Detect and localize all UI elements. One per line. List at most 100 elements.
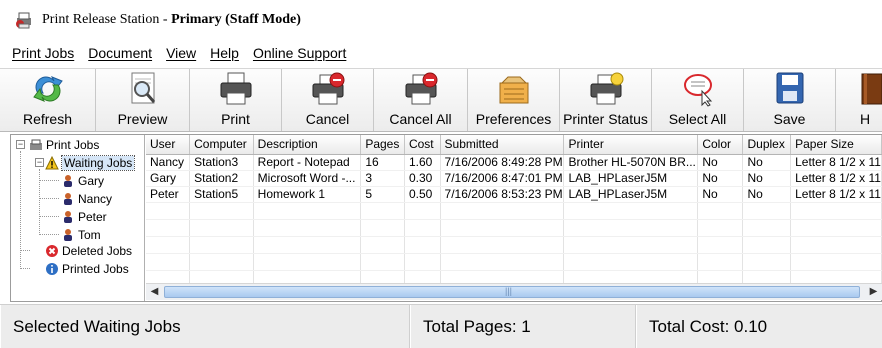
printer-status-label: Printer Status [563,111,648,127]
empty-row [146,236,882,254]
printer-icon [220,72,251,105]
help-label: H [860,111,871,127]
cancel-all-label: Cancel All [389,111,452,127]
cancel-all-icon [405,72,437,105]
main-panel: − Print Jobs − Waiting Jobs Gary Nancy P… [10,134,882,302]
printer-status-icon [590,72,623,105]
menu-document[interactable]: Document [88,45,152,61]
cell-cost: 0.50 [404,186,441,203]
cell-paper-size: Letter 8 1/2 x 11 [790,186,882,203]
tree-node-printed-jobs[interactable]: Printed Jobs [45,260,129,278]
print-button[interactable]: Print [190,69,282,131]
save-button[interactable]: Save [744,69,836,131]
info-icon [46,263,58,275]
select-all-button[interactable]: Select All [652,69,744,131]
tree-node-user-peter[interactable]: Peter [61,208,107,226]
cell-user: Gary [146,170,191,187]
cell-submitted: 7/16/2006 8:49:28 PM [440,154,565,171]
menu-help[interactable]: Help [210,45,239,61]
table-row[interactable]: Peter Station5 Homework 1 5 0.50 7/16/20… [146,186,882,203]
cell-duplex: No [742,170,792,187]
menu-view[interactable]: View [166,45,196,61]
cell-duplex: No [742,154,792,171]
cell-printer: LAB_HPLaserJ5M [563,186,699,203]
tree-line [39,234,59,235]
cell-cost: 0.30 [404,170,441,187]
tree-label-user: Nancy [78,192,113,206]
menu-print-jobs[interactable]: Print Jobs [12,45,74,61]
jobs-table-grid: User Computer Description Pages Cost Sub… [146,135,882,288]
user-icon [64,193,72,205]
tree-node-deleted-jobs[interactable]: Deleted Jobs [45,242,132,260]
select-all-icon [683,74,712,107]
empty-row [146,219,882,237]
column-header-description[interactable]: Description [253,135,362,155]
cell-color: No [697,154,744,171]
toolbar: Refresh Preview Print Cancel Cancel All … [0,68,882,132]
tree-label-waiting-jobs: Waiting Jobs [60,155,136,171]
status-selection: Selected Waiting Jobs [0,305,410,348]
column-header-pages[interactable]: Pages [360,135,405,155]
cell-computer: Station5 [189,186,254,203]
cell-paper-size: Letter 8 1/2 x 11 [790,154,882,171]
cell-cost: 1.60 [404,154,441,171]
refresh-icon [32,76,63,102]
printer-status-button[interactable]: Printer Status [560,69,652,131]
help-button[interactable]: H [836,69,882,131]
user-icon [64,229,72,241]
collapse-waiting-jobs-toggle[interactable]: − [35,158,44,167]
preview-label: Preview [117,111,168,127]
cell-computer: Station3 [189,154,254,171]
column-header-user[interactable]: User [146,135,191,155]
tree-node-print-jobs[interactable]: Print Jobs [29,136,99,154]
cancel-button[interactable]: Cancel [282,69,374,131]
scrollbar-thumb[interactable]: ||| [164,286,860,298]
cell-pages: 3 [360,170,405,187]
cell-submitted: 7/16/2006 8:53:23 PM [440,186,565,203]
preview-button[interactable]: Preview [96,69,190,131]
scroll-left-arrow[interactable]: ◀ [146,284,163,300]
cell-user: Nancy [146,154,191,171]
column-header-cost[interactable]: Cost [404,135,441,155]
cancel-all-button[interactable]: Cancel All [374,69,468,131]
tree-node-user-gary[interactable]: Gary [61,172,104,190]
cancel-label: Cancel [305,111,350,127]
save-icon [776,72,803,104]
tree-label-user: Peter [78,210,107,224]
preferences-button[interactable]: Preferences [468,69,560,131]
cell-printer: Brother HL-5070N BR... [563,154,699,171]
tree-label-printed-jobs: Printed Jobs [62,262,129,276]
print-release-app-icon [14,10,34,30]
refresh-button[interactable]: Refresh [0,69,96,131]
collapse-print-jobs-toggle[interactable]: − [16,140,25,149]
menu-online-support[interactable]: Online Support [253,45,346,61]
preferences-label: Preferences [475,111,552,127]
column-header-color[interactable]: Color [697,135,744,155]
preview-icon [131,72,155,104]
column-header-duplex[interactable]: Duplex [742,135,792,155]
column-header-submitted[interactable]: Submitted [440,135,565,155]
column-header-computer[interactable]: Computer [189,135,254,155]
tree-line [39,216,59,217]
column-header-paper-size[interactable]: Paper Size [790,135,882,155]
tree-label-user: Tom [78,228,101,242]
tree-line [39,169,40,235]
status-bar: Selected Waiting Jobs Total Pages: 1 Tot… [0,304,882,348]
select-all-label: Select All [668,111,727,127]
table-row[interactable]: Nancy Station3 Report - Notepad 16 1.60 … [146,154,882,171]
horizontal-scrollbar[interactable]: ◀ ||| ▶ [146,283,882,300]
cell-duplex: No [742,186,792,203]
table-row[interactable]: Gary Station2 Microsoft Word -... 3 0.30… [146,170,882,187]
table-header-row: User Computer Description Pages Cost Sub… [146,135,882,155]
scroll-right-arrow[interactable]: ▶ [865,284,882,300]
deleted-icon [46,245,58,257]
jobs-table: User Computer Description Pages Cost Sub… [146,135,882,301]
tree-node-waiting-jobs[interactable]: Waiting Jobs [45,154,136,172]
tree-node-user-nancy[interactable]: Nancy [61,190,112,208]
column-header-printer[interactable]: Printer [563,135,699,155]
status-total-pages: Total Pages: 1 [410,305,636,348]
cell-description: Homework 1 [253,186,362,203]
tree-line [39,198,59,199]
window-title: Print Release Station - Primary (Staff M… [42,12,301,27]
tree-line [20,151,21,269]
